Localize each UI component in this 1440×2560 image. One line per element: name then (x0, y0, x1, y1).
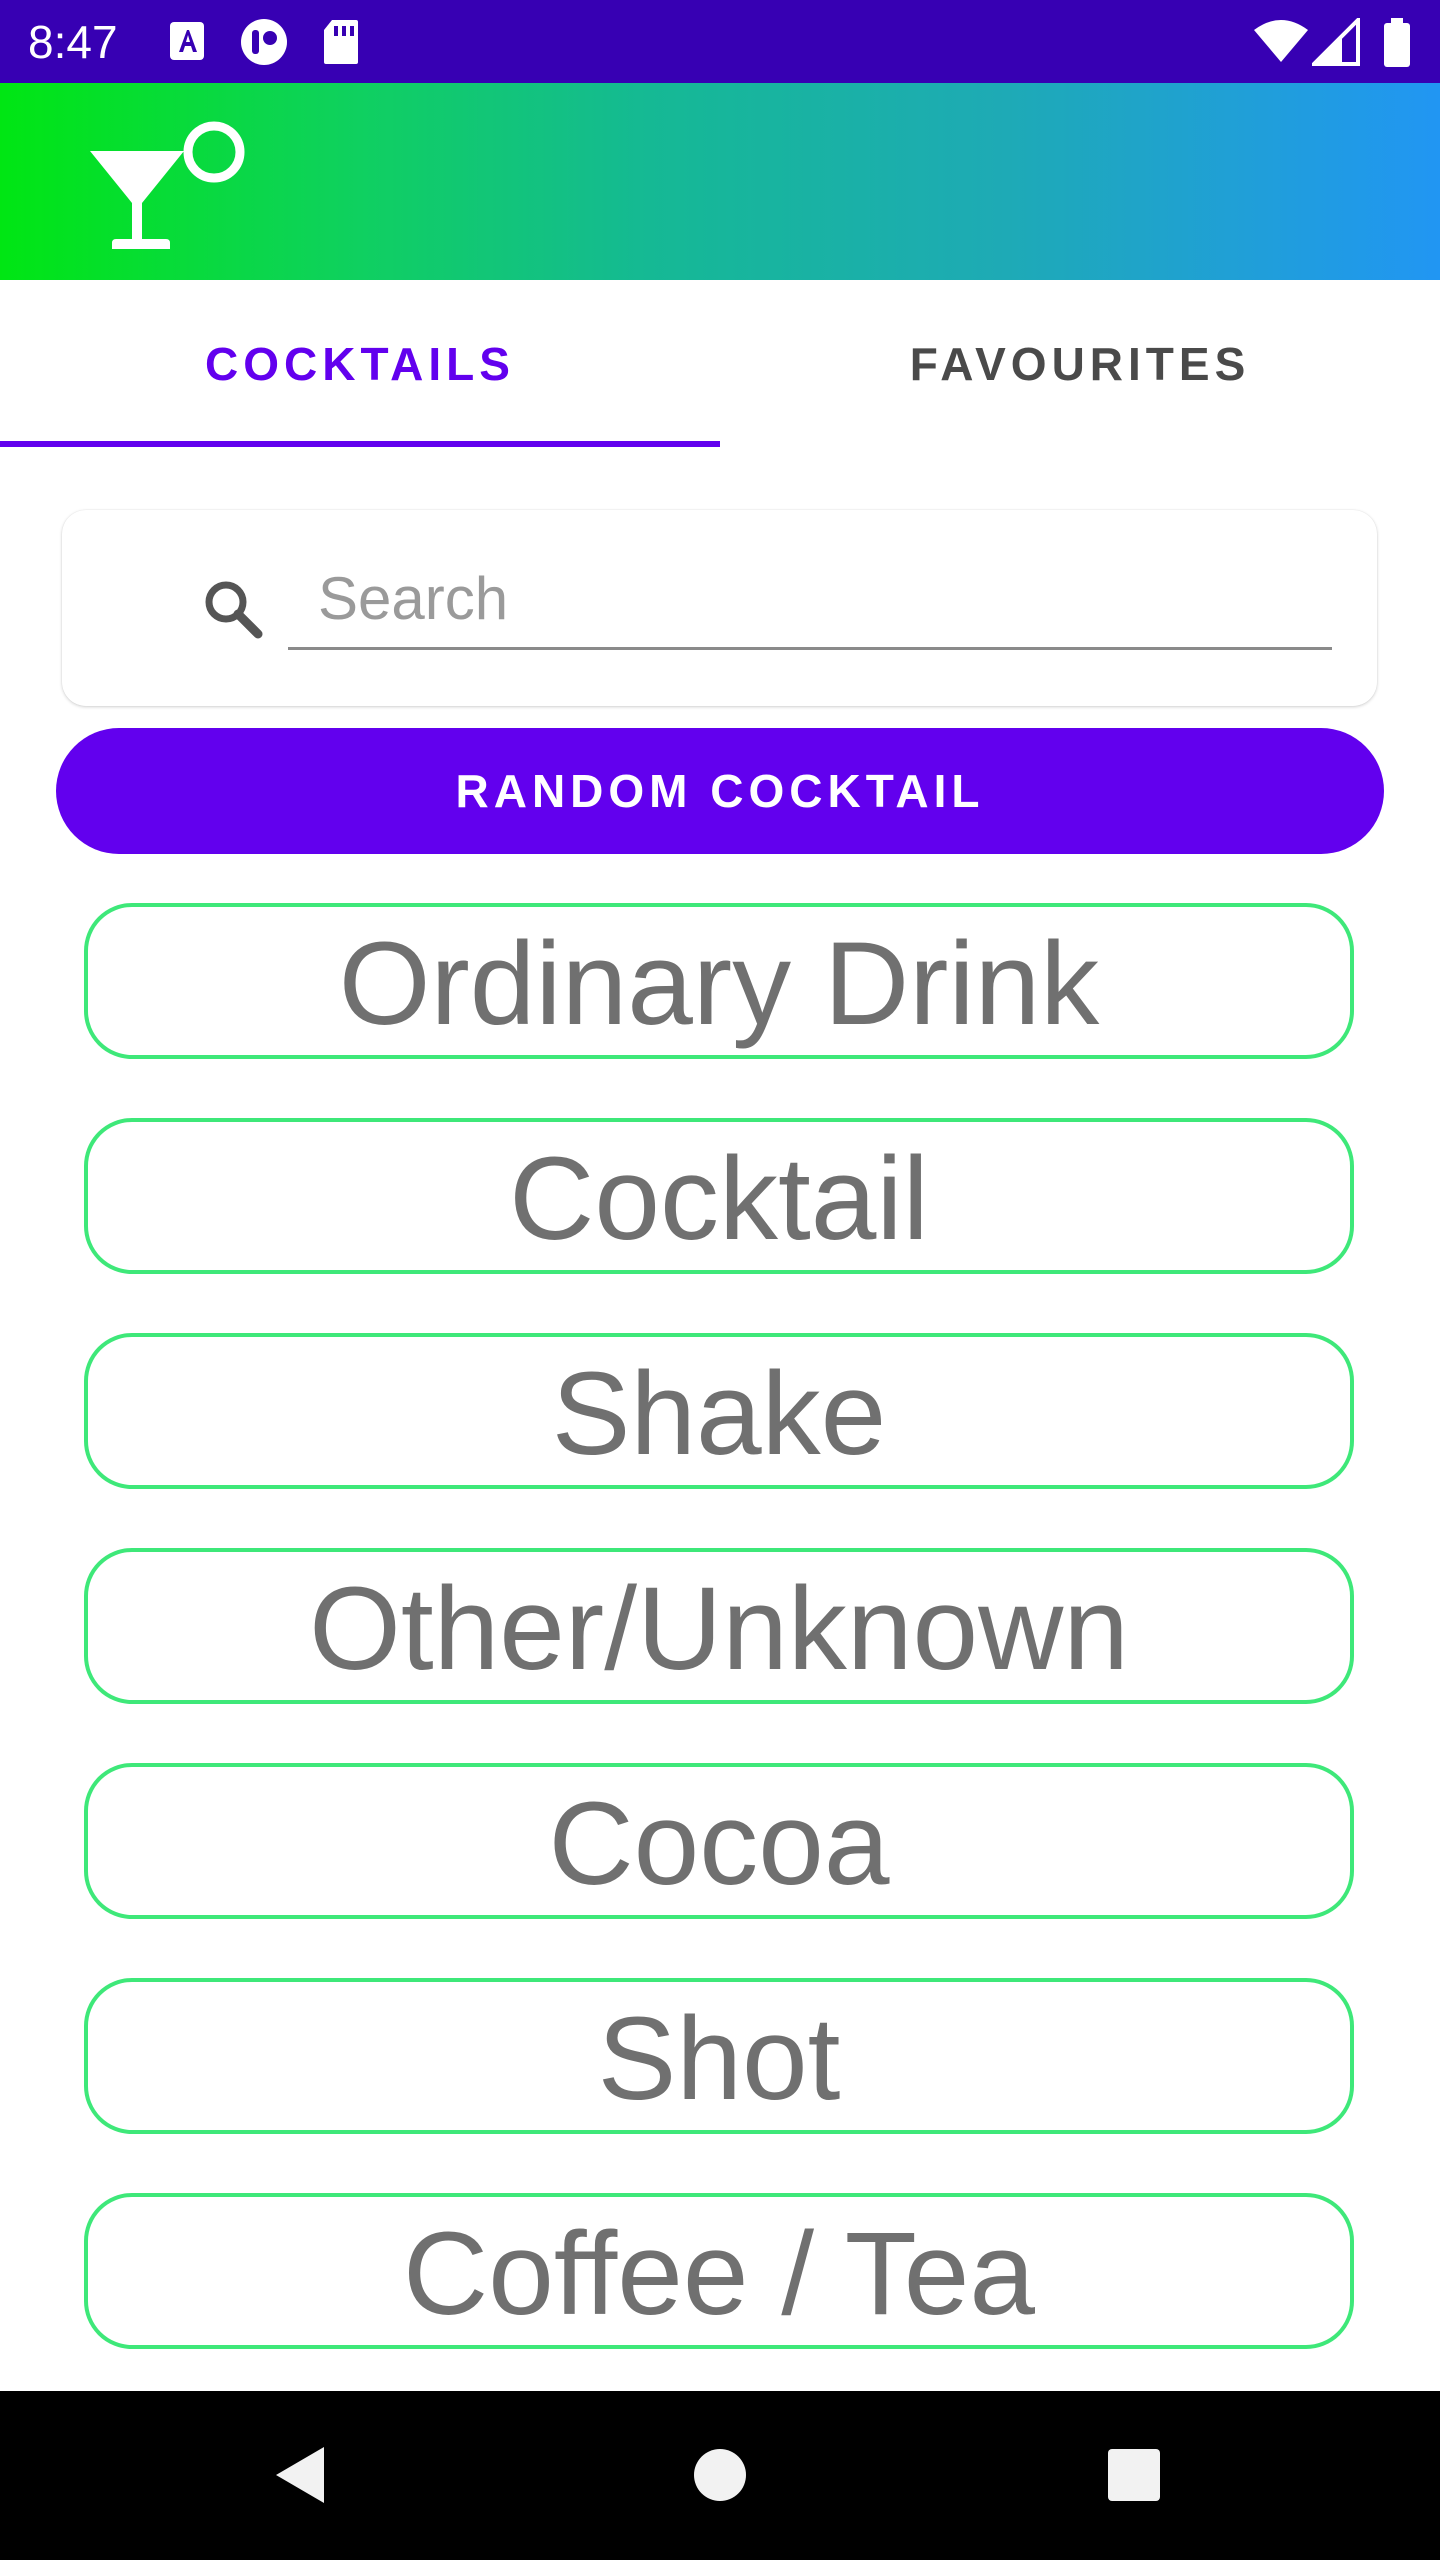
status-bar: 8:47 (0, 0, 1440, 83)
status-time: 8:47 (28, 16, 118, 68)
category-item-shot[interactable]: Shot (84, 1978, 1354, 2134)
search-card (62, 510, 1377, 706)
tab-cocktails-label: COCKTAILS (205, 337, 515, 390)
notification-a-icon (170, 22, 204, 60)
wifi-icon (1254, 20, 1308, 62)
category-label: Shake (551, 1348, 887, 1480)
tab-bar: COCKTAILS FAVOURITES (0, 280, 1440, 447)
category-item-shake[interactable]: Shake (84, 1333, 1354, 1489)
category-label: Cocoa (548, 1778, 890, 1910)
category-label: Other/Unknown (309, 1563, 1129, 1695)
tab-favourites-label: FAVOURITES (909, 337, 1251, 390)
category-item-cocktail[interactable]: Cocktail (84, 1118, 1354, 1274)
random-cocktail-button[interactable]: RANDOM COCKTAIL (56, 728, 1384, 854)
category-item-coffee-tea[interactable]: Coffee / Tea (84, 2193, 1354, 2349)
search-input[interactable] (288, 550, 1332, 650)
notification-circle-icon (241, 19, 287, 65)
sd-card-icon (324, 20, 358, 64)
navigation-bar (0, 2391, 1440, 2560)
app-bar (0, 83, 1440, 280)
recents-icon[interactable] (1094, 2435, 1174, 2515)
tab-cocktails[interactable]: COCKTAILS (0, 280, 720, 447)
search-icon (205, 581, 263, 639)
category-item-other-unknown[interactable]: Other/Unknown (84, 1548, 1354, 1704)
tab-indicator (0, 441, 720, 447)
tab-favourites[interactable]: FAVOURITES (720, 280, 1440, 447)
category-label: Cocktail (509, 1133, 929, 1265)
category-item-ordinary-drink[interactable]: Ordinary Drink (84, 903, 1354, 1059)
back-icon[interactable] (262, 2435, 342, 2515)
category-label: Coffee / Tea (402, 2208, 1035, 2340)
category-label: Shot (597, 1993, 841, 2125)
category-label: Ordinary Drink (338, 918, 1100, 1050)
category-item-cocoa[interactable]: Cocoa (84, 1763, 1354, 1919)
signal-icon (1312, 18, 1360, 66)
home-icon[interactable] (680, 2435, 760, 2515)
battery-icon (1384, 18, 1410, 67)
random-cocktail-label: RANDOM COCKTAIL (455, 765, 985, 817)
cocktail-glass-icon (90, 121, 245, 249)
